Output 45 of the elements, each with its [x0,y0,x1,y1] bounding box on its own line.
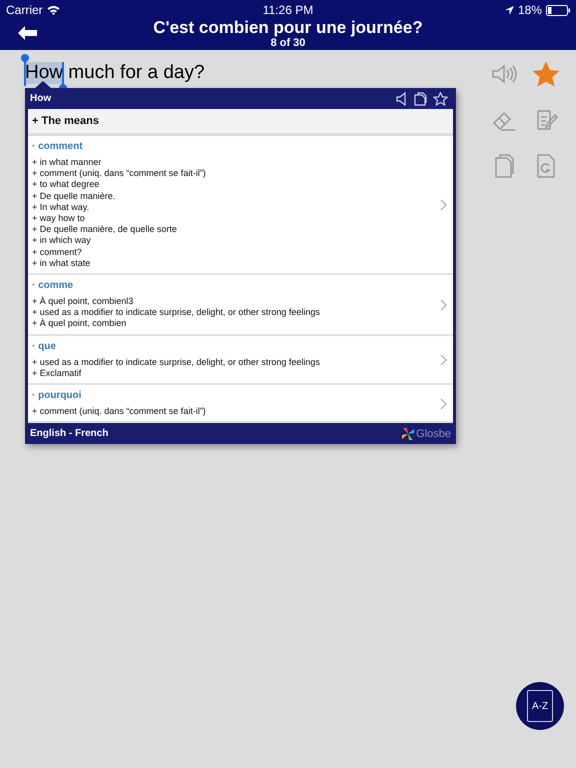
chevron-icon [440,298,447,311]
sense-text: + to what degree [32,179,100,191]
chevron-icon [440,398,447,410]
sense-text: + Exclamatif [32,368,82,380]
dictionary-button[interactable]: A-Z [516,682,564,730]
translation-term: · comme [32,280,74,292]
chevron-icon [440,199,447,212]
sense-text: + in which way [32,235,92,247]
sense-text: + used as a modifier to indicate surprise, delight, or other strong feelings [32,307,321,318]
sense-text: + À quel point, combien [32,318,128,330]
sense-text: + comment? [32,246,83,258]
phrase-counter: 8 of 30 [270,37,306,49]
sense-text: + comment (uniq. dans “comment se fait-il”) [32,168,207,180]
sense-text: + way how to [32,213,86,224]
translation-term: · pourquoi [32,390,82,402]
popup-word: How [30,93,52,104]
sense-text: + in what state [32,258,92,270]
wifi-icon [46,5,60,15]
translation-term: · comment [32,141,84,152]
sense-text: + in what manner [32,157,102,168]
sense-text: + used as a modifier to indicate surprise, delight, or other strong feelings [32,356,321,368]
sense-text: + De quelle manière, de quelle sorte [32,224,178,236]
chevron-icon [440,354,447,366]
sentence-text: much for a day? [67,62,205,83]
phrase-title: C'est combien pour une journée? [152,19,424,37]
sense-text: + À quel point, combienl3 [32,296,134,308]
battery-percent: 18% [518,3,542,17]
star-button[interactable] [533,60,559,88]
star-button[interactable] [430,92,451,106]
meaning-heading: + The means [28,109,453,136]
language-pair: English - French [30,428,110,440]
selected-word[interactable]: How [25,62,64,84]
status-time: 11:26 PM [262,3,314,17]
carrier-name: Carrier [6,3,43,17]
translation-term: · que [32,340,57,352]
sense-text: + In what way. [32,202,90,214]
sense-text: + De quelle manière. [32,190,116,202]
translation-entry[interactable]: · que + used as a modifier to indicate surprise, delight, or other strong feelings + Exclamatif [28,336,453,386]
back-button[interactable] [16,24,40,42]
battery-icon [546,4,570,16]
provider-name: Glosbe [416,428,451,440]
location-icon [504,6,514,14]
pinwheel-logo-icon [401,426,416,441]
sense-text: + comment (uniq. dans “comment se fait-il”) [32,406,207,418]
arrow-left-icon [18,26,38,40]
